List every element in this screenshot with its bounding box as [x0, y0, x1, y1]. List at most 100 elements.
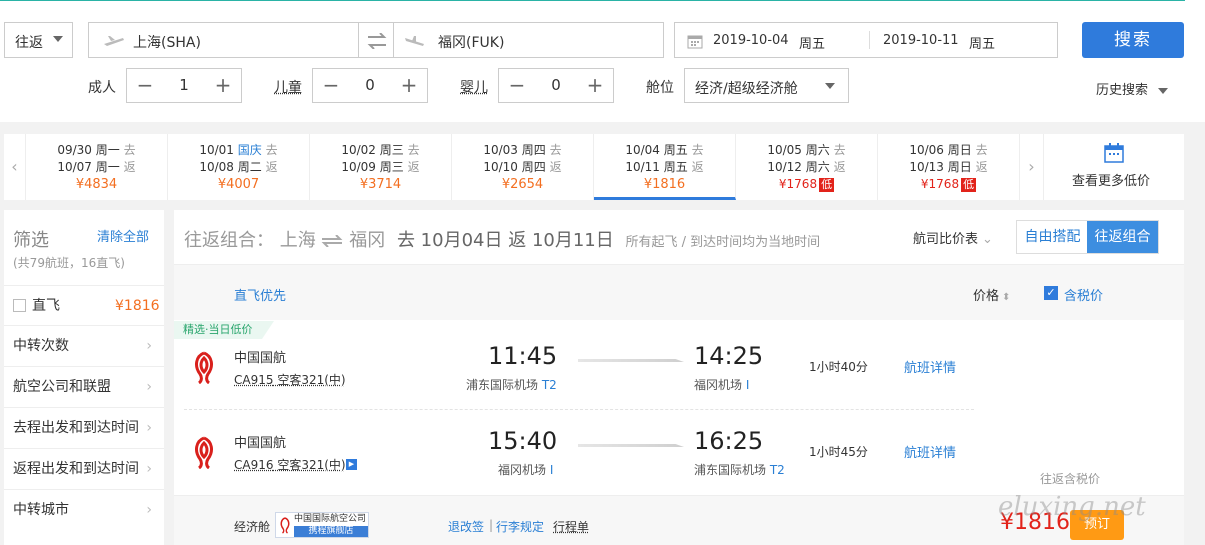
from-city-input[interactable]: 上海(SHA) [88, 22, 359, 58]
calendar-date-cell[interactable]: 10/03 周四 去 10/10 周四 返 ¥2654 [452, 134, 594, 200]
plane-type: 空客321(中) [277, 458, 346, 472]
plane-landing-icon [405, 36, 424, 46]
return-weekday: 周五 [969, 37, 996, 52]
store-airline-name: 中国国际航空公司 [294, 514, 367, 524]
filter-item-airline[interactable]: 航空公司和联盟 › [4, 366, 164, 406]
filter-item-label: 中转城市 [13, 502, 69, 518]
filter-title: 筛选 [13, 230, 49, 251]
chevron-right-icon: › [146, 338, 152, 354]
flight-code: CA916 [234, 458, 274, 472]
link-separator: | [489, 518, 494, 532]
flight-duration: 1小时45分 [809, 445, 868, 459]
outbound-date: 10/02 周三 去 [341, 143, 420, 157]
filter-item-transfer-city[interactable]: 中转城市 › [4, 489, 164, 529]
infant-plus-button[interactable]: + [577, 69, 613, 102]
arrival-airport: 福冈机场 I [694, 378, 750, 392]
play-video-icon[interactable]: ▶ [346, 459, 357, 470]
combo-mode-toggle: 自由搭配 往返组合 [1016, 220, 1159, 254]
history-search-button[interactable]: 历史搜索 [1096, 79, 1169, 98]
chevron-right-icon: › [146, 379, 152, 395]
calendar-date-cell[interactable]: 10/06 周日 去 10/13 周日 返 ¥1768 低 [878, 134, 1020, 200]
store-name: 携程旗舰店 [294, 526, 368, 537]
chevron-right-icon: › [146, 461, 152, 477]
direct-first-sort[interactable]: 直飞优先 [234, 285, 286, 304]
date-range-input[interactable]: 2019-10-04 周五 2019-10-11 周五 [674, 22, 1058, 58]
airline-compare-button[interactable]: 航司比价表 ⌄ [913, 228, 993, 247]
return-date: 10/10 周四 返 [483, 160, 562, 174]
departure-airport: 浦东国际机场 T2 [466, 378, 557, 392]
caret-down-icon [825, 83, 835, 89]
calendar-price: ¥4834 [75, 177, 118, 192]
calendar-date-cell[interactable]: 09/30 周一 去 10/07 周一 返 ¥4834 [26, 134, 168, 200]
child-stepper: − 0 + [312, 68, 428, 103]
air-china-logo-icon [280, 517, 290, 534]
flight-detail-link[interactable]: 航班详情 [904, 442, 956, 461]
outbound-date: 10/05 周六 去 [767, 143, 846, 157]
flight-divider [184, 409, 974, 410]
refund-change-link[interactable]: 退改签 [448, 518, 484, 535]
clear-all-link[interactable]: 清除全部 [97, 226, 149, 245]
calendar-prev-button[interactable]: ‹ [4, 134, 26, 200]
direct-flight-label: 直飞 [32, 298, 60, 314]
chevron-right-icon: › [146, 502, 152, 518]
adult-stepper: − 1 + [126, 68, 242, 103]
return-date: 10/08 周二 返 [199, 160, 278, 174]
more-low-prices-button[interactable]: 查看更多低价 [1044, 134, 1184, 200]
cabin-value: 经济/超级经济舱 [695, 81, 798, 97]
flight-code-plane[interactable]: CA916 空客321(中) [234, 456, 346, 473]
calendar-date-cell[interactable]: 10/01 国庆 去 10/08 周二 返 ¥4007 [168, 134, 310, 200]
store-badge[interactable]: 中国国际航空公司 携程旗舰店 [275, 512, 369, 538]
calendar-date-cell[interactable]: 10/05 周六 去 10/12 周六 返 ¥1768 低 [736, 134, 878, 200]
top-accent-line [0, 0, 1185, 1]
filter-item-return-time[interactable]: 返程出发和到达时间 › [4, 448, 164, 488]
to-city-value: 福冈(FUK) [438, 35, 505, 51]
swap-button[interactable] [358, 22, 394, 58]
baggage-rules-link[interactable]: 行李规定 [496, 518, 544, 535]
terminal: I [745, 378, 750, 392]
outbound-date: 10/06 周日 去 [909, 143, 988, 157]
infant-minus-button[interactable]: − [499, 69, 535, 102]
air-china-logo-icon [195, 436, 213, 469]
itinerary-link[interactable]: 行程单 [553, 518, 589, 535]
cabin-select[interactable]: 经济/超级经济舱 [684, 68, 849, 103]
direct-flight-checkbox[interactable] [13, 299, 26, 312]
round-trip-tax-note: 往返含税价 [1040, 472, 1101, 486]
caret-down-icon [53, 36, 63, 42]
flight-code-plane[interactable]: CA915 空客321(中) [234, 371, 346, 388]
return-date: 10/09 周三 返 [341, 160, 420, 174]
flight-duration: 1小时40分 [809, 360, 868, 374]
infant-label: 婴儿 [460, 80, 488, 96]
caret-down-icon [1158, 87, 1169, 94]
to-city-input[interactable]: 福冈(FUK) [393, 22, 664, 58]
filter-item-label: 航空公司和联盟 [13, 379, 111, 395]
filter-item-transfer-count[interactable]: 中转次数 › [4, 325, 164, 365]
cabin-label: 舱位 [646, 80, 674, 96]
tax-price-label: 含税价 [1064, 289, 1104, 304]
calendar-date-cell[interactable]: 10/04 周五 去 10/11 周五 返 ¥1816 [594, 134, 736, 200]
return-date: 10/11 周五 返 [625, 160, 704, 174]
low-price-calendar: ‹ 09/30 周一 去 10/07 周一 返 ¥4834 10/01 国庆 去 10/… [4, 134, 1184, 200]
round-trip-tab[interactable]: 往返组合 [1087, 221, 1158, 253]
arrival-time: 16:25 [694, 427, 764, 455]
free-combo-tab[interactable]: 自由搭配 [1017, 221, 1088, 253]
filter-item-outbound-time[interactable]: 去程出发和到达时间 › [4, 407, 164, 447]
route-prefix: 往返组合： [184, 230, 274, 251]
calendar-date-cell[interactable]: 10/02 周三 去 10/09 周三 返 ¥3714 [310, 134, 452, 200]
adult-minus-button[interactable]: − [127, 69, 163, 102]
route-header: 往返组合： 上海 福冈 去 10月04日 返 10月11日 所有起飞 / 到达时… [184, 226, 820, 252]
terminal: T2 [541, 378, 557, 392]
direct-flight-filter[interactable]: 直飞 ¥1816 [4, 285, 164, 325]
calendar-price: ¥4007 [217, 177, 260, 192]
departure-airport: 福冈机场 I [498, 463, 554, 477]
tax-checkbox[interactable]: ✓ [1044, 286, 1058, 300]
filter-item-label: 去程出发和到达时间 [13, 420, 139, 436]
search-button[interactable]: 搜索 [1082, 22, 1184, 58]
child-minus-button[interactable]: − [313, 69, 349, 102]
child-plus-button[interactable]: + [391, 69, 427, 102]
return-date: 10/13 周日 返 [909, 160, 988, 174]
price-sort-button[interactable]: 价格 ⬍ [973, 285, 1010, 304]
trip-type-select[interactable]: 往返 [4, 22, 73, 58]
flight-detail-link[interactable]: 航班详情 [904, 357, 956, 376]
calendar-next-button[interactable]: › [1020, 134, 1044, 200]
adult-plus-button[interactable]: + [205, 69, 241, 102]
